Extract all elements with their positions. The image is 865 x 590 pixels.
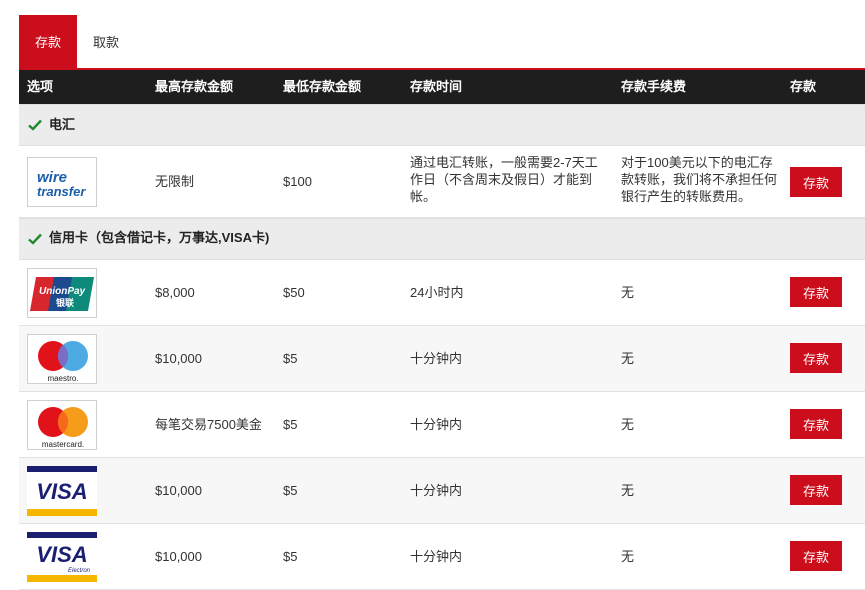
wire-transfer-logo: wire transfer [27,157,97,207]
deposit-button[interactable]: 存款 [790,541,842,571]
deposit-fee: 无 [621,549,635,564]
max-amount: 每笔交易7500美金 [155,417,262,432]
svg-text:VISA: VISA [36,479,87,504]
max-amount: $10,000 [155,549,202,564]
col-deposit-time: 存款时间 [410,79,463,94]
group-wire-transfer: 电汇 [19,104,865,146]
visa-electron-logo: VISA Electron [27,532,97,582]
col-max-amount: 最高存款金额 [155,79,234,94]
deposit-fee: 无 [621,351,635,366]
deposit-fee: 无 [621,417,635,432]
min-amount: $50 [283,285,305,300]
deposit-time: 通过电汇转账，一般需要2-7天工作日（不含周末及假日）才能到帐。 [410,155,598,204]
table-row: wire transfer 无限制 $100 通过电汇转账，一般需要2-7天工作… [19,146,865,218]
tab-bar: 存款 取款 [19,15,135,68]
visa-logo: VISA [27,466,97,516]
table-row: VISA Electron $10,000 $5 十分钟内 无 存款 [19,524,865,590]
col-min-amount: 最低存款金额 [283,79,362,94]
group-label: 电汇 [49,117,76,132]
maestro-logo: maestro. [27,334,97,384]
max-amount: $10,000 [155,483,202,498]
col-option: 选项 [27,79,54,94]
svg-text:UnionPay: UnionPay [39,286,86,297]
svg-text:mastercard.: mastercard. [42,440,84,449]
deposit-button[interactable]: 存款 [790,475,842,505]
check-icon [28,119,42,131]
deposit-fee: 对于100美元以下的电汇存款转账，我们将不承担任何银行产生的转账费用。 [621,155,778,204]
unionpay-logo: UnionPay 银联 [27,268,97,318]
min-amount: $5 [283,417,298,432]
deposit-time: 十分钟内 [410,351,463,366]
col-deposit-fee: 存款手续费 [621,79,687,94]
deposit-time: 十分钟内 [410,549,463,564]
min-amount: $5 [283,351,298,366]
table-header: 选项 最高存款金额 最低存款金额 存款时间 存款手续费 存款 [19,70,865,104]
deposit-button[interactable]: 存款 [790,409,842,439]
deposit-time: 十分钟内 [410,417,463,432]
min-amount: $5 [283,549,298,564]
deposit-button[interactable]: 存款 [790,167,842,197]
group-label: 信用卡（包含借记卡，万事达,VISA卡) [49,230,270,245]
deposit-time: 24小时内 [410,285,464,300]
tab-withdraw[interactable]: 取款 [77,15,135,68]
table-row: mastercard. 每笔交易7500美金 $5 十分钟内 无 存款 [19,392,865,458]
svg-text:VISA: VISA [36,542,87,567]
group-credit-card: 信用卡（包含借记卡，万事达,VISA卡) [19,218,865,260]
table-row: maestro. $10,000 $5 十分钟内 无 存款 [19,326,865,392]
svg-text:transfer: transfer [37,184,86,199]
max-amount: 无限制 [155,174,195,189]
table-row: UnionPay 银联 $8,000 $50 24小时内 无 存款 [19,260,865,326]
col-deposit-action: 存款 [790,79,817,94]
deposit-button[interactable]: 存款 [790,343,842,373]
deposit-fee: 无 [621,483,635,498]
min-amount: $100 [283,174,312,189]
deposit-button[interactable]: 存款 [790,277,842,307]
svg-text:银联: 银联 [56,297,75,309]
deposit-time: 十分钟内 [410,483,463,498]
max-amount: $10,000 [155,351,202,366]
svg-text:Electron: Electron [68,568,91,574]
check-icon [28,233,42,245]
min-amount: $5 [283,483,298,498]
table-row: VISA $10,000 $5 十分钟内 无 存款 [19,458,865,524]
max-amount: $8,000 [155,285,195,300]
mastercard-logo: mastercard. [27,400,97,450]
deposit-fee: 无 [621,285,635,300]
tab-deposit[interactable]: 存款 [19,15,77,68]
svg-text:maestro.: maestro. [47,374,78,383]
